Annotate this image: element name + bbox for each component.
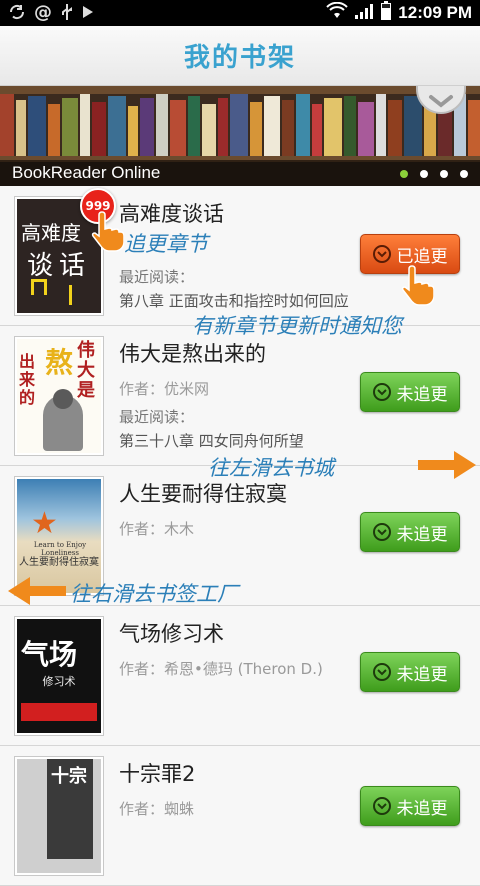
chevron-down-icon: [372, 523, 391, 541]
book-author: 作者：希恩•德玛 (Theron D.): [119, 660, 323, 678]
book-title: 伟大是熬出来的: [119, 342, 266, 366]
recent-read-label: 最近阅读：: [119, 268, 195, 286]
book-title: 十宗罪2: [119, 762, 196, 786]
recent-chapter: 第八章 正面攻击和指控时如何回应: [119, 292, 349, 310]
book-title: 气场修习术: [119, 622, 224, 646]
battery-icon: [380, 1, 392, 25]
signal-icon: [354, 2, 374, 24]
cover-title: 十宗: [51, 766, 87, 787]
at-icon: @: [34, 2, 52, 23]
sync-icon: [8, 3, 26, 24]
book-title: 人生要耐得住寂寞: [119, 482, 287, 506]
book-title: 高难度谈话: [119, 202, 224, 226]
book-row[interactable]: 十宗 十宗罪2 作者：蜘蛛 未追更: [0, 746, 480, 886]
chevron-down-icon: [372, 245, 391, 263]
play-icon: [82, 5, 94, 22]
swipe-left-annotation: 往左滑去书城: [208, 456, 334, 480]
clock: 12:09 PM: [398, 3, 472, 22]
follow-updates-button[interactable]: 未追更: [360, 652, 460, 692]
cover-subtitle: 修习术: [42, 675, 76, 688]
pointer-hand-icon: [90, 208, 125, 256]
cover-title: 高难度: [21, 221, 81, 245]
wifi-icon: [326, 1, 349, 24]
arrow-left-icon: [6, 574, 68, 612]
book-row[interactable]: 气场 修习术 气场修习术 作者：希恩•德玛 (Theron D.) 未追更: [0, 606, 480, 746]
title-bar: 我的书架: [0, 26, 480, 86]
usb-icon: [60, 3, 74, 24]
notify-update-annotation: 有新章节更新时通知您: [192, 314, 402, 338]
follow-button-label: 未追更: [396, 384, 448, 405]
cover-title: 人生要耐得住寂寞: [19, 557, 99, 568]
status-bar: @ 12:09 PM: [0, 0, 480, 26]
swipe-right-annotation: 往右滑去书签工厂: [70, 582, 238, 606]
follow-updates-button[interactable]: 未追更: [360, 512, 460, 552]
book-cover[interactable]: 伟大是 熬 出来的: [14, 336, 104, 456]
book-author: 作者：蜘蛛: [119, 800, 195, 818]
follow-button-label: 未追更: [396, 524, 448, 545]
book-author: 作者：优米网: [119, 380, 210, 398]
recent-read-label: 最近阅读：: [119, 408, 195, 426]
cover-title: 熬: [45, 346, 74, 379]
follow-updates-button[interactable]: 未追更: [360, 372, 460, 412]
carousel-dot[interactable]: [420, 170, 428, 178]
carousel-dot[interactable]: [400, 170, 408, 178]
pointer-hand-icon: [400, 262, 435, 310]
banner-caption-text: BookReader Online: [12, 163, 161, 182]
banner-carousel[interactable]: BookReader Online: [0, 86, 480, 186]
carousel-indicator: [400, 170, 468, 178]
follow-button-label: 未追更: [396, 798, 448, 819]
chevron-down-icon: [429, 95, 453, 108]
recent-chapter: 第三十八章 四女同舟何所望: [119, 432, 304, 450]
arrow-right-icon: [416, 448, 478, 486]
chase-chapter-annotation: 追更章节: [124, 232, 208, 256]
cover-title: 伟大是: [77, 340, 95, 401]
book-author: 作者：木木: [119, 520, 195, 538]
follow-button-label: 未追更: [396, 664, 448, 685]
follow-updates-button[interactable]: 未追更: [360, 786, 460, 826]
book-cover[interactable]: 十宗: [14, 756, 104, 876]
cover-title: 出来的: [19, 352, 36, 407]
page-title: 我的书架: [183, 43, 296, 73]
chevron-down-icon: [372, 383, 391, 401]
cover-title: 气场: [21, 638, 78, 671]
carousel-dot[interactable]: [440, 170, 448, 178]
book-row[interactable]: 伟大是 熬 出来的 伟大是熬出来的 作者：优米网 最近阅读： 第三十八章 四女同…: [0, 326, 480, 466]
cover-title: 谈话: [27, 251, 92, 281]
book-cover[interactable]: 气场 修习术: [14, 616, 104, 736]
chevron-down-icon: [372, 663, 391, 681]
carousel-dot[interactable]: [460, 170, 468, 178]
